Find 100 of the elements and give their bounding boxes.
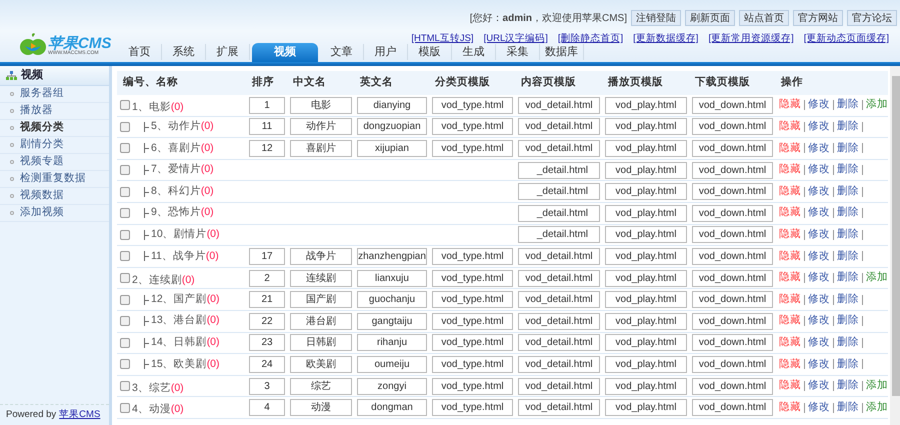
action-link[interactable]: 修改 [808, 97, 830, 114]
sidebar-item[interactable]: 视频数据 [0, 188, 109, 205]
header-link[interactable]: [更新动态页面缓存] [804, 32, 889, 46]
slug-field[interactable]: lianxuju [357, 270, 427, 287]
sort-field[interactable]: 24 [249, 356, 285, 373]
name-field[interactable]: 综艺 [290, 378, 352, 395]
sort-field[interactable]: 2 [249, 270, 285, 287]
sort-field[interactable]: 4 [249, 399, 285, 416]
action-link[interactable]: 隐藏 [779, 248, 801, 264]
checkbox[interactable] [120, 338, 130, 348]
template-field[interactable]: vod_detail.html [518, 118, 600, 136]
template-field[interactable]: vod_type.html [432, 356, 513, 373]
action-link[interactable]: 删除 [837, 184, 859, 200]
template-field[interactable]: vod_detail.html [518, 334, 600, 352]
template-field[interactable]: vod_type.html [432, 270, 513, 287]
checkbox[interactable] [120, 230, 130, 240]
action-link[interactable]: 删除 [837, 356, 859, 372]
name-field[interactable]: 动作片 [290, 118, 352, 136]
slug-field[interactable]: dongman [357, 399, 427, 416]
action-link[interactable]: 添加 [866, 400, 888, 416]
template-field[interactable]: vod_down.html [692, 312, 773, 330]
sort-field[interactable]: 21 [249, 291, 285, 308]
action-link[interactable]: 隐藏 [779, 270, 801, 286]
name-field[interactable]: 连续剧 [290, 270, 352, 287]
template-field[interactable]: vod_play.html [605, 356, 687, 373]
action-link[interactable]: 隐藏 [779, 205, 801, 222]
action-link[interactable]: 修改 [808, 140, 830, 156]
header-button[interactable]: 官方网站 [793, 10, 843, 26]
sort-field[interactable]: 22 [249, 312, 285, 330]
action-link[interactable]: 添加 [866, 97, 888, 114]
action-link[interactable]: 删除 [837, 313, 859, 330]
name-field[interactable]: 港台剧 [290, 312, 352, 330]
sidebar-item[interactable]: 检测重复数据 [0, 171, 109, 188]
sort-field[interactable]: 3 [249, 378, 285, 395]
sort-field[interactable]: 12 [249, 140, 285, 157]
scrollbar[interactable] [890, 66, 900, 425]
action-link[interactable]: 隐藏 [779, 184, 801, 200]
slug-field[interactable]: dongzuopian [357, 118, 427, 136]
template-field[interactable]: vod_type.html [432, 334, 513, 352]
template-field[interactable]: vod_detail.html [518, 140, 600, 157]
checkbox[interactable] [120, 316, 130, 326]
template-field[interactable]: _detail.html [518, 162, 600, 179]
template-field[interactable]: _detail.html [518, 204, 600, 222]
template-field[interactable]: vod_down.html [692, 270, 773, 287]
action-link[interactable]: 修改 [808, 400, 830, 416]
template-field[interactable]: vod_type.html [432, 248, 513, 265]
action-link[interactable]: 删除 [837, 378, 859, 394]
action-link[interactable]: 修改 [808, 119, 830, 135]
action-link[interactable]: 修改 [808, 378, 830, 394]
name-field[interactable]: 电影 [290, 96, 352, 114]
action-link[interactable]: 添加 [866, 270, 888, 286]
template-field[interactable]: vod_down.html [692, 248, 773, 265]
nav-tab[interactable]: 扩展 [206, 44, 250, 60]
sidebar-item[interactable]: 服务器组 [0, 86, 109, 103]
template-field[interactable]: vod_detail.html [518, 356, 600, 373]
action-link[interactable]: 删除 [837, 162, 859, 178]
action-link[interactable]: 修改 [808, 356, 830, 372]
header-button[interactable]: 刷新页面 [685, 10, 735, 26]
template-field[interactable]: vod_detail.html [518, 96, 600, 114]
action-link[interactable]: 修改 [808, 226, 830, 243]
header-button[interactable]: 站点首页 [739, 10, 789, 26]
checkbox[interactable] [120, 208, 130, 218]
template-field[interactable]: vod_type.html [432, 140, 513, 157]
action-link[interactable]: 隐藏 [779, 119, 801, 135]
checkbox[interactable] [120, 381, 130, 392]
action-link[interactable]: 删除 [837, 140, 859, 156]
template-field[interactable]: vod_detail.html [518, 378, 600, 395]
action-link[interactable]: 删除 [837, 226, 859, 243]
action-link[interactable]: 隐藏 [779, 97, 801, 114]
action-link[interactable]: 隐藏 [779, 162, 801, 178]
action-link[interactable]: 隐藏 [779, 292, 801, 308]
template-field[interactable]: vod_down.html [692, 118, 773, 136]
template-field[interactable]: vod_play.html [605, 312, 687, 330]
action-link[interactable]: 添加 [866, 378, 888, 394]
nav-tab[interactable]: 生成 [452, 44, 496, 60]
slug-field[interactable]: zhanzhengpian [357, 248, 427, 265]
template-field[interactable]: vod_detail.html [518, 312, 600, 330]
sidebar-item[interactable]: 播放器 [0, 103, 109, 120]
template-field[interactable]: vod_type.html [432, 118, 513, 136]
template-field[interactable]: vod_down.html [692, 291, 773, 308]
action-link[interactable]: 删除 [837, 292, 859, 308]
checkbox[interactable] [120, 294, 130, 305]
template-field[interactable]: vod_play.html [605, 204, 687, 222]
template-field[interactable]: vod_type.html [432, 96, 513, 114]
template-field[interactable]: vod_type.html [432, 378, 513, 395]
template-field[interactable]: vod_down.html [692, 356, 773, 373]
checkbox[interactable] [120, 186, 130, 197]
slug-field[interactable]: zongyi [357, 378, 427, 395]
template-field[interactable]: vod_play.html [605, 96, 687, 114]
action-link[interactable]: 删除 [837, 97, 859, 114]
template-field[interactable]: vod_play.html [605, 399, 687, 416]
action-link[interactable]: 修改 [808, 184, 830, 200]
template-field[interactable]: vod_down.html [692, 378, 773, 395]
header-link[interactable]: [URL汉字编码] [484, 32, 548, 46]
nav-tab[interactable]: 数据库 [540, 44, 584, 60]
template-field[interactable]: vod_down.html [692, 399, 773, 416]
sidebar-item[interactable]: 视频分类 [0, 120, 109, 137]
action-link[interactable]: 隐藏 [779, 400, 801, 416]
template-field[interactable]: vod_detail.html [518, 248, 600, 265]
nav-tab[interactable]: 模版 [408, 44, 452, 60]
